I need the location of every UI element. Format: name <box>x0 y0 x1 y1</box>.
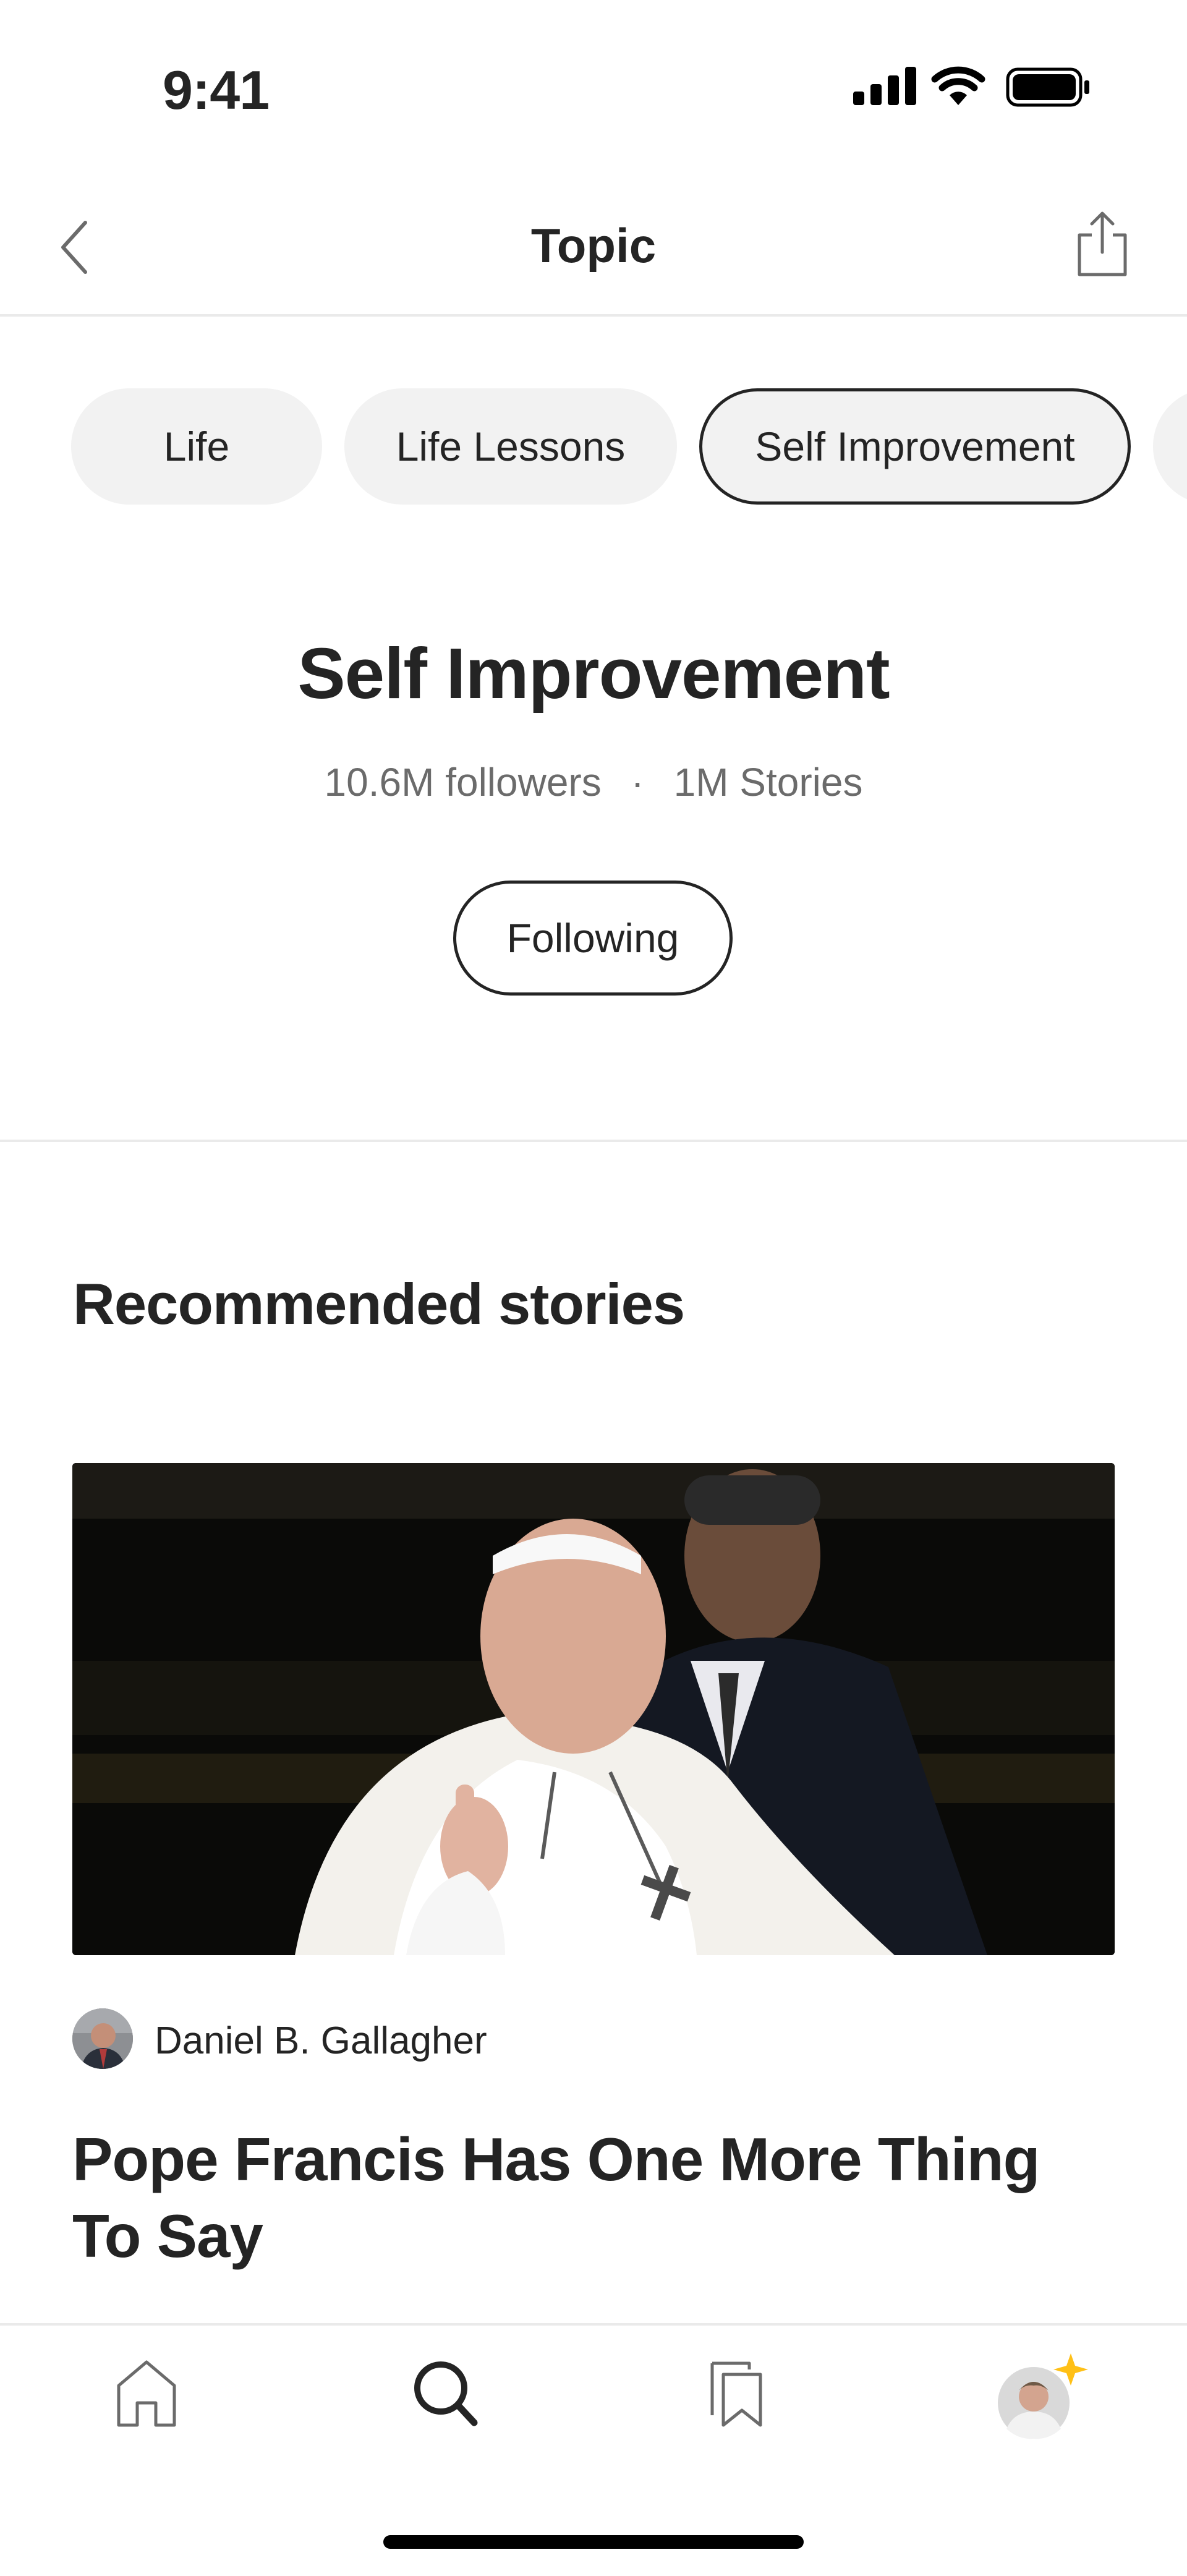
status-time: 9:41 <box>163 59 270 121</box>
story-image[interactable] <box>72 1463 1115 1955</box>
stats-separator: · <box>631 760 644 804</box>
home-icon <box>117 2360 176 2427</box>
tab-home[interactable] <box>113 2356 181 2433</box>
page-title: Topic <box>530 218 657 273</box>
author-avatar[interactable] <box>72 2008 133 2069</box>
story-photo <box>72 1463 1115 1955</box>
tab-profile[interactable] <box>997 2350 1096 2446</box>
wifi-icon <box>931 66 985 105</box>
following-button[interactable]: Following <box>453 881 733 996</box>
followers-count: 10.6M followers <box>324 760 602 804</box>
chip-life[interactable]: Life <box>71 388 322 505</box>
tab-search[interactable] <box>411 2356 479 2433</box>
topic-chips: Life Life Lessons Self Improvement <box>71 388 1187 505</box>
share-button[interactable] <box>1074 210 1130 281</box>
author-name[interactable]: Daniel B. Gallagher <box>155 2019 487 2063</box>
search-icon <box>414 2361 478 2426</box>
chip-next[interactable] <box>1153 388 1187 505</box>
chip-self-improvement[interactable]: Self Improvement <box>699 388 1131 505</box>
section-title: Recommended stories <box>73 1271 685 1336</box>
chip-life-lessons[interactable]: Life Lessons <box>344 388 677 505</box>
cellular-signal-icon <box>853 67 916 105</box>
nav-divider <box>0 314 1187 317</box>
home-indicator <box>383 2535 804 2549</box>
author-photo <box>72 2008 133 2069</box>
topic-stats: 10.6M followers · 1M Stories <box>0 759 1187 805</box>
section-divider <box>0 1140 1187 1142</box>
bookmarks-icon <box>710 2361 762 2427</box>
topic-title: Self Improvement <box>297 633 890 714</box>
stories-count: 1M Stories <box>673 760 863 804</box>
tab-bookmarks[interactable] <box>705 2356 773 2433</box>
story-title[interactable]: Pope Francis Has One More Thing To Say <box>72 2121 1123 2274</box>
battery-icon <box>1006 67 1089 107</box>
profile-avatar <box>998 2353 1088 2439</box>
share-icon <box>1078 211 1127 276</box>
status-icons <box>847 62 1094 111</box>
